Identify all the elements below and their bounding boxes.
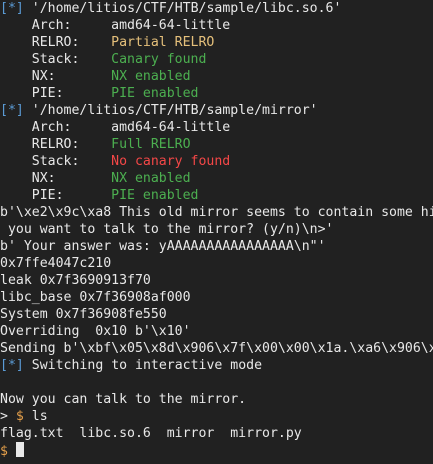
mirror-stack-row: Stack: No canary found (0, 153, 433, 170)
row-label: Stack: (0, 52, 112, 67)
prompt-dollar: $ (0, 444, 8, 459)
mirror-path: '/home/litios/CTF/HTB/sample/mirror' (23, 103, 318, 118)
command-line-ls: > $ ls (0, 408, 433, 425)
row-label: NX: (0, 171, 112, 186)
interactive-text: Switching to interactive mode (23, 358, 263, 373)
prompt-caret: > (0, 409, 16, 424)
row-label: NX: (0, 69, 112, 84)
row-value: NX enabled (111, 69, 191, 84)
row-value: PIE enabled (111, 188, 199, 203)
row-value: Full RELRO (111, 137, 191, 152)
mirror-pie-row: PIE: PIE enabled (0, 187, 433, 204)
info-open-bracket: [ (0, 103, 8, 118)
active-prompt[interactable]: $ (0, 442, 433, 459)
row-value: amd64-64-little (111, 18, 231, 33)
libc-stack-row: Stack: Canary found (0, 51, 433, 68)
mirror-arch-row: Arch: amd64-64-little (0, 119, 433, 136)
row-value: amd64-64-little (111, 120, 231, 135)
libc-relro-row: RELRO: Partial RELRO (0, 34, 433, 51)
terminal-window[interactable]: [*] '/home/litios/CTF/HTB/sample/libc.so… (0, 0, 433, 464)
row-value: Partial RELRO (111, 35, 215, 50)
row-label: RELRO: (0, 35, 112, 50)
output-line: Sending b'\xbf\x05\x8d\x906\x7f\x00\x00\… (0, 341, 433, 356)
row-value: PIE enabled (111, 86, 199, 101)
text-cursor[interactable] (15, 442, 24, 457)
ls-output: flag.txt libc.so.6 mirror mirror.py (0, 426, 302, 441)
checksec-mirror-header: [*] '/home/litios/CTF/HTB/sample/mirror' (0, 102, 433, 119)
row-label: Stack: (0, 154, 112, 169)
row-value: NX enabled (111, 171, 191, 186)
interactive-mode-line: [*] Switching to interactive mode (0, 357, 433, 374)
output-line: b'\xe2\x9c\xa8 This old mirror seems to … (0, 205, 433, 220)
info-open-bracket: [ (0, 1, 8, 16)
output-line: you want to talk to the mirror? (y/n)\n>… (0, 222, 334, 237)
libc-path: '/home/litios/CTF/HTB/sample/libc.so.6' (23, 1, 342, 16)
output-line: leak 0x7f3690913f70 (0, 273, 151, 288)
mirror-message: Now you can talk to the mirror. (0, 392, 247, 407)
output-line: Overriding 0x10 b'\x10' (0, 324, 191, 339)
info-open-bracket: [ (0, 358, 8, 373)
row-label: PIE: (0, 188, 112, 203)
prompt-dollar: $ (15, 409, 24, 424)
info-star: * (7, 358, 16, 373)
info-star: * (7, 1, 16, 16)
row-label: RELRO: (0, 137, 112, 152)
command-text: ls (23, 409, 48, 424)
info-close-bracket: ] (15, 103, 24, 118)
mirror-nx-row: NX: NX enabled (0, 170, 433, 187)
output-line: b' Your answer was: yAAAAAAAAAAAAAAAA\n"… (0, 239, 326, 254)
libc-nx-row: NX: NX enabled (0, 68, 433, 85)
row-label: Arch: (0, 120, 112, 135)
libc-arch-row: Arch: amd64-64-little (0, 17, 433, 34)
checksec-libc-header: [*] '/home/litios/CTF/HTB/sample/libc.so… (0, 0, 433, 17)
mirror-relro-row: RELRO: Full RELRO (0, 136, 433, 153)
info-close-bracket: ] (15, 358, 24, 373)
output-line: libc_base 0x7f36908af000 (0, 290, 191, 305)
row-label: Arch: (0, 18, 112, 33)
row-value: No canary found (111, 154, 231, 169)
row-label: PIE: (0, 86, 112, 101)
info-star: * (7, 103, 16, 118)
output-line: System 0x7f36908fe550 (0, 307, 167, 322)
output-line: 0x7ffe4047c210 (0, 256, 112, 271)
libc-pie-row: PIE: PIE enabled (0, 85, 433, 102)
info-close-bracket: ] (15, 1, 24, 16)
row-value: Canary found (111, 52, 207, 67)
